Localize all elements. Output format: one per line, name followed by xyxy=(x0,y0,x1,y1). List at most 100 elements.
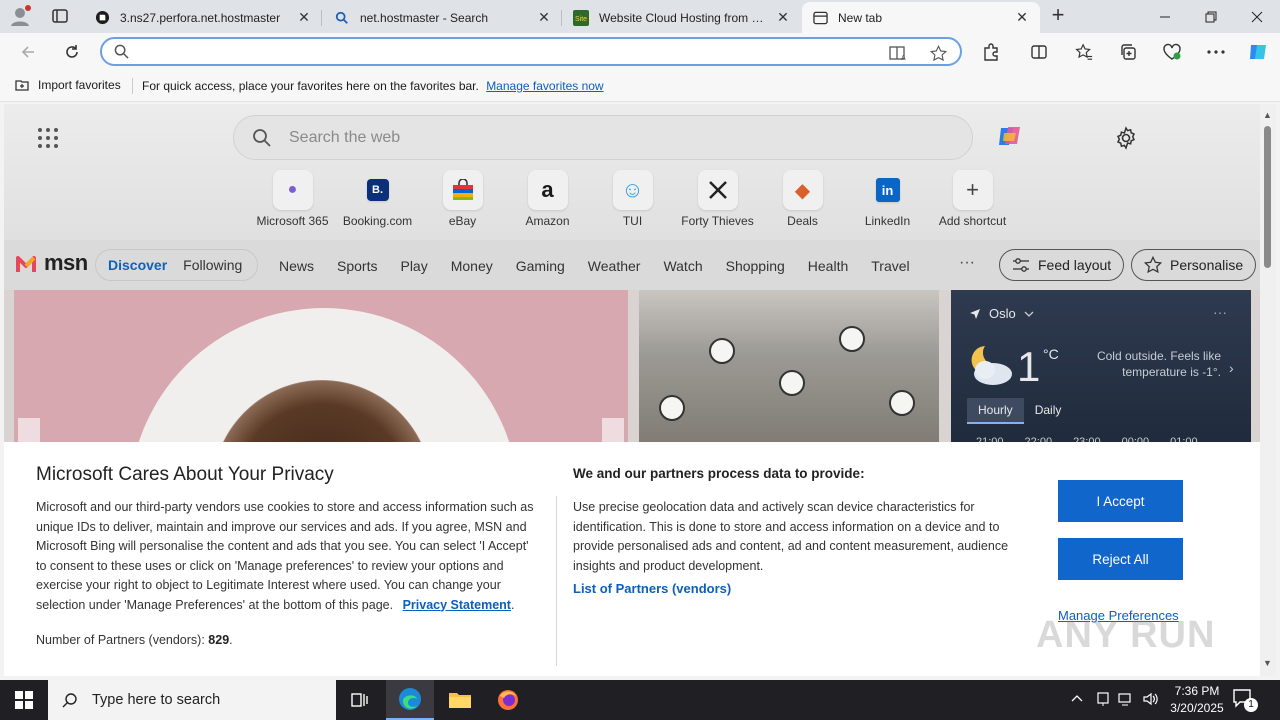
scrollbar-thumb[interactable] xyxy=(1264,126,1271,268)
close-tab-icon[interactable]: ✕ xyxy=(536,9,552,26)
privacy-statement-link[interactable]: Privacy Statement xyxy=(403,598,511,612)
more-categories-button[interactable]: ··· xyxy=(959,254,975,272)
copilot-icon[interactable] xyxy=(995,121,1025,151)
scroll-up-arrow-icon[interactable]: ▲ xyxy=(1263,110,1272,120)
taskbar-search-input[interactable] xyxy=(92,692,322,708)
tab-search[interactable]: net.hostmaster - Search ✕ xyxy=(324,2,562,33)
back-button[interactable] xyxy=(14,38,42,66)
network-icon[interactable] xyxy=(1118,691,1134,710)
category-shopping[interactable]: Shopping xyxy=(726,258,785,274)
partners-label: Number of Partners (vendors): xyxy=(36,633,205,647)
news-card-image[interactable] xyxy=(639,290,939,450)
accept-button[interactable]: I Accept xyxy=(1058,480,1183,522)
address-input[interactable] xyxy=(142,42,882,62)
category-play[interactable]: Play xyxy=(400,258,427,274)
feed-layout-button[interactable]: Feed layout xyxy=(999,249,1125,281)
shortcut-add[interactable]: + Add shortcut xyxy=(930,170,1015,228)
weather-location[interactable]: Oslo xyxy=(969,306,1034,321)
weather-card[interactable]: Oslo ··· 1 °C Cold outside. Feels like t… xyxy=(951,290,1251,450)
immersive-reader-icon[interactable]: A xyxy=(888,43,908,63)
svg-text:Site: Site xyxy=(575,16,587,23)
minimize-button[interactable] xyxy=(1142,0,1188,33)
weather-more-icon[interactable]: ··· xyxy=(1213,304,1227,320)
clock-date: 3/20/2025 xyxy=(1170,701,1224,715)
import-favorites-button[interactable]: Import favorites xyxy=(14,78,121,92)
firefox-taskbar-button[interactable] xyxy=(484,680,532,720)
restore-button[interactable] xyxy=(1188,0,1234,33)
temperature-unit[interactable]: °C xyxy=(1043,346,1059,362)
task-view-button[interactable] xyxy=(336,680,384,720)
tab-siteground[interactable]: Site Website Cloud Hosting from SiteGrou… xyxy=(563,2,801,33)
tab-following[interactable]: Following xyxy=(183,257,242,273)
msn-wordmark: msn xyxy=(44,250,88,275)
page-scrollbar[interactable]: ▲ ▼ xyxy=(1260,104,1276,676)
shortcut-linkedin[interactable]: in LinkedIn xyxy=(845,170,930,228)
edge-taskbar-button[interactable] xyxy=(386,680,434,720)
category-watch[interactable]: Watch xyxy=(663,258,702,274)
shortcut-label: Amazon xyxy=(525,214,570,228)
scroll-down-arrow-icon[interactable]: ▼ xyxy=(1263,658,1272,668)
tab-discover[interactable]: Discover xyxy=(108,257,167,273)
list-of-partners-link[interactable]: List of Partners (vendors) xyxy=(573,581,731,596)
booking-icon: B. xyxy=(366,179,389,201)
address-bar[interactable]: A xyxy=(100,37,962,66)
reject-all-button[interactable]: Reject All xyxy=(1058,538,1183,580)
volume-icon[interactable] xyxy=(1142,691,1158,710)
show-hidden-icons-chevron-icon[interactable] xyxy=(1071,691,1083,706)
tab-newtab[interactable]: New tab ✕ xyxy=(802,2,1040,33)
hero-news-card[interactable] xyxy=(14,290,628,450)
taskbar-search[interactable] xyxy=(48,680,336,720)
category-gaming[interactable]: Gaming xyxy=(516,258,565,274)
new-tab-button[interactable]: + xyxy=(1046,4,1070,27)
split-screen-icon xyxy=(1031,45,1047,59)
app-launcher-icon[interactable] xyxy=(38,128,58,148)
shortcut-amazon[interactable]: a Amazon xyxy=(505,170,590,228)
weather-description: Cold outside. Feels like temperature is … xyxy=(1096,349,1221,379)
address-toolbar: A xyxy=(0,33,1280,70)
category-health[interactable]: Health xyxy=(808,258,848,274)
personalise-button[interactable]: Personalise xyxy=(1131,249,1257,281)
page-settings-gear-icon[interactable] xyxy=(1114,126,1138,150)
chevron-right-icon[interactable]: › xyxy=(1229,360,1234,376)
copilot-sidebar-button[interactable] xyxy=(1244,38,1272,66)
taskbar-clock[interactable]: 7:36 PM 3/20/2025 xyxy=(1162,683,1232,717)
category-travel[interactable]: Travel xyxy=(871,258,909,274)
manage-favorites-link[interactable]: Manage favorites now xyxy=(486,79,603,93)
settings-more-button[interactable] xyxy=(1202,38,1230,66)
close-window-button[interactable] xyxy=(1234,0,1280,33)
shortcut-booking[interactable]: B. Booking.com xyxy=(335,170,420,228)
web-search-box[interactable] xyxy=(233,115,973,160)
profile-avatar-icon[interactable] xyxy=(8,5,32,27)
extensions-button[interactable] xyxy=(977,38,1005,66)
shortcut-forty-thieves[interactable]: Forty Thieves xyxy=(675,170,760,228)
close-tab-icon[interactable]: ✕ xyxy=(1014,9,1030,26)
windows-logo-icon xyxy=(15,691,33,709)
close-tab-icon[interactable]: ✕ xyxy=(775,9,791,26)
favorite-star-icon[interactable] xyxy=(928,43,948,63)
shortcut-deals[interactable]: ◆ Deals xyxy=(760,170,845,228)
category-news[interactable]: News xyxy=(279,258,314,274)
refresh-button[interactable] xyxy=(58,38,86,66)
category-weather[interactable]: Weather xyxy=(588,258,641,274)
tab-actions-icon[interactable] xyxy=(50,6,70,26)
start-button[interactable] xyxy=(0,680,48,720)
collections-button[interactable] xyxy=(1114,38,1142,66)
close-tab-icon[interactable]: ✕ xyxy=(296,9,312,26)
shortcut-ebay[interactable]: eBay xyxy=(420,170,505,228)
file-explorer-button[interactable] xyxy=(436,680,484,720)
msn-logo[interactable]: msn xyxy=(16,250,88,276)
siteground-icon: Site xyxy=(573,9,589,26)
tab-hostmaster[interactable]: 3.ns27.perfora.net.hostmaster ✕ xyxy=(84,2,322,33)
notification-center-button[interactable]: 1 xyxy=(1232,688,1258,712)
shortcut-microsoft365[interactable]: ● Microsoft 365 xyxy=(250,170,335,228)
shortcut-tui[interactable]: ☺ TUI xyxy=(590,170,675,228)
category-sports[interactable]: Sports xyxy=(337,258,377,274)
category-money[interactable]: Money xyxy=(451,258,493,274)
split-screen-button[interactable] xyxy=(1025,38,1053,66)
performance-button[interactable] xyxy=(1158,38,1186,66)
favorites-button[interactable] xyxy=(1070,38,1098,66)
web-search-input[interactable] xyxy=(289,127,889,149)
network-device-icon[interactable] xyxy=(1096,691,1110,710)
tab-hourly[interactable]: Hourly xyxy=(967,398,1024,424)
tab-daily[interactable]: Daily xyxy=(1024,398,1073,424)
